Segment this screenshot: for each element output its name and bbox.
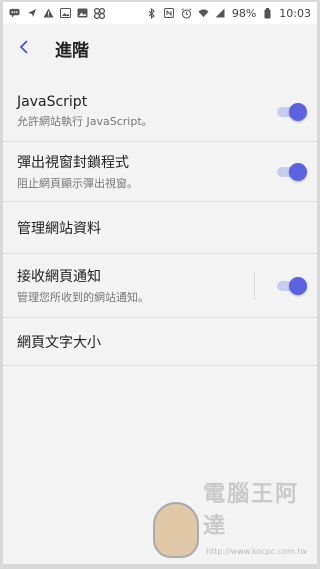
vertical-divider (254, 272, 255, 300)
fan-icon (94, 7, 105, 19)
alarm-icon (181, 7, 192, 19)
status-bar: 98% 10:03 (3, 2, 317, 24)
setting-subtitle: 阻止網頁顯示彈出視窗。 (17, 177, 138, 190)
battery-level: 98% (231, 6, 257, 20)
clock: 10:03 (279, 6, 311, 20)
nfc-icon (164, 8, 175, 19)
popup-blocker-toggle[interactable] (275, 162, 307, 181)
setting-title: 接收網頁通知 (17, 269, 101, 285)
setting-text: 接收網頁通知 管理您所收到的網站通知。 (17, 266, 149, 305)
app-bar: 進階 (3, 24, 317, 72)
toggle-thumb (289, 162, 307, 181)
status-right-icons: 98% 10:03 (147, 7, 311, 20)
navigation-icon (26, 8, 37, 19)
watermark-text: 電腦王阿達 (203, 482, 300, 539)
toggle-thumb (289, 276, 307, 295)
battery-icon (262, 7, 273, 19)
setting-title: 網頁文字大小 (17, 334, 101, 351)
settings-list: JavaScript 允許網站執行 JavaScript。 彈出視窗封鎖程式 阻… (3, 82, 317, 366)
setting-title: 彈出視窗封鎖程式 (17, 155, 129, 171)
setting-row-javascript[interactable]: JavaScript 允許網站執行 JavaScript。 (3, 82, 317, 142)
setting-text: JavaScript 允許網站執行 JavaScript。 (17, 94, 153, 129)
warning-icon (43, 8, 54, 19)
signal-icon (215, 8, 226, 19)
setting-row-text-size[interactable]: 網頁文字大小 (3, 318, 317, 366)
bluetooth-icon (147, 7, 158, 19)
setting-text: 網頁文字大小 (17, 332, 101, 352)
message-icon (9, 8, 20, 19)
gallery-icon (77, 8, 88, 19)
wifi-icon (198, 8, 209, 19)
back-button[interactable] (3, 24, 45, 72)
setting-title: JavaScript (17, 94, 88, 110)
setting-row-site-data[interactable]: 管理網站資料 (3, 202, 317, 254)
setting-text: 彈出視窗封鎖程式 阻止網頁顯示彈出視窗。 (17, 152, 138, 191)
mascot-face-icon (153, 502, 200, 558)
setting-subtitle: 管理您所收到的網站通知。 (17, 291, 149, 304)
status-left-icons (9, 7, 105, 19)
setting-row-notifications[interactable]: 接收網頁通知 管理您所收到的網站通知。 (3, 254, 317, 318)
toggle-thumb (289, 102, 307, 121)
setting-text: 管理網站資料 (17, 218, 101, 238)
image-icon (60, 8, 71, 19)
watermark: 電腦王阿達 http://www.kocpc.com.tw (153, 482, 313, 558)
chevron-left-icon (19, 36, 29, 60)
setting-title: 管理網站資料 (17, 220, 101, 237)
page-title: 進階 (55, 40, 89, 61)
setting-row-popup-blocker[interactable]: 彈出視窗封鎖程式 阻止網頁顯示彈出視窗。 (3, 142, 317, 202)
watermark-url: http://www.kocpc.com.tw (206, 547, 307, 556)
setting-subtitle: 允許網站執行 JavaScript。 (17, 115, 153, 128)
javascript-toggle[interactable] (275, 102, 307, 121)
screen: 98% 10:03 進階 JavaScript 允許網站執行 JavaScrip… (3, 2, 317, 564)
notifications-toggle[interactable] (275, 276, 307, 295)
